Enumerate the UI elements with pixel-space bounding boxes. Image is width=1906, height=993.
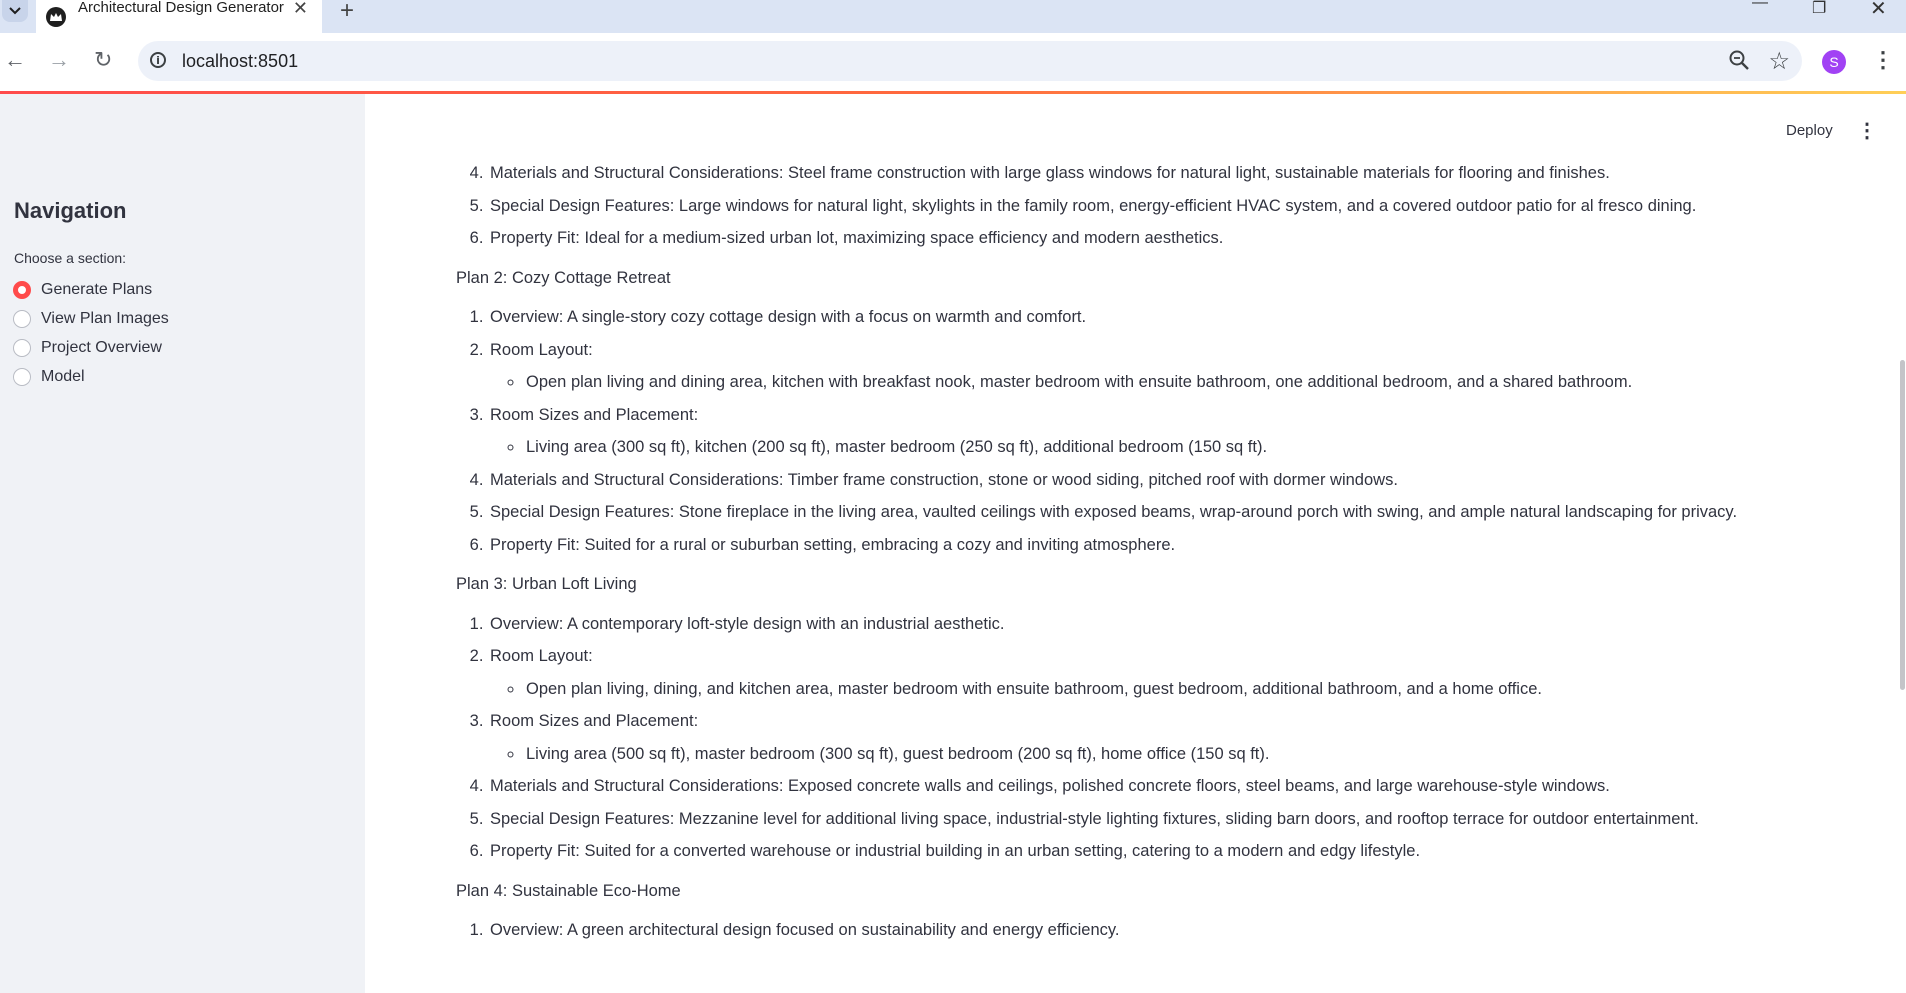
chevron-down-icon [9, 7, 21, 15]
list-item: Room Sizes and Placement: Living area (5… [488, 705, 1796, 770]
list-item-text: Room Layout: [490, 647, 593, 665]
radio-option-view-plan-images[interactable]: View Plan Images [13, 310, 169, 328]
plan3-title: Plan 3: Urban Loft Living [456, 575, 637, 593]
plan4-list: Overview: A green architectural design f… [456, 914, 1796, 947]
sub-list-item: Open plan living and dining area, kitche… [524, 366, 1796, 399]
profile-avatar[interactable]: S [1822, 50, 1846, 74]
restore-window-button[interactable]: ❐ [1812, 0, 1826, 18]
minimize-window-button[interactable]: — [1752, 0, 1768, 12]
radio-unselected-icon[interactable] [13, 368, 31, 386]
list-item: Property Fit: Suited for a converted war… [488, 835, 1796, 868]
plan2-list: Overview: A single-story cozy cottage de… [456, 301, 1796, 561]
list-item: Room Layout: Open plan living and dining… [488, 334, 1796, 399]
forward-arrow-icon[interactable]: → [48, 47, 70, 73]
section-radio-label: Choose a section: [14, 250, 127, 266]
list-item: Room Sizes and Placement: Living area (3… [488, 399, 1796, 464]
radio-option-label: Generate Plans [41, 281, 153, 298]
list-item: Overview: A green architectural design f… [488, 914, 1796, 947]
list-item: Special Design Features: Large windows f… [488, 190, 1796, 223]
list-item: Special Design Features: Mezzanine level… [488, 803, 1796, 836]
radio-option-project-overview[interactable]: Project Overview [13, 339, 162, 357]
sub-list-item: Living area (500 sq ft), master bedroom … [524, 738, 1796, 771]
radio-option-label: View Plan Images [41, 310, 169, 327]
sub-list-item: Open plan living, dining, and kitchen ar… [524, 673, 1796, 706]
list-item-text: Room Sizes and Placement: [490, 405, 699, 424]
sidebar-title: Navigation [14, 198, 127, 223]
streamlit-crown-icon [46, 6, 66, 27]
radio-unselected-icon[interactable] [13, 339, 31, 357]
list-item-text: Room Sizes and Placement: [490, 712, 699, 730]
url-text[interactable]: localhost:8501 [182, 51, 298, 72]
list-item: Materials and Structural Considerations:… [488, 464, 1796, 497]
back-arrow-icon[interactable]: ← [4, 47, 26, 73]
list-item: Special Design Features: Stone fireplace… [488, 496, 1796, 529]
main-content: Materials and Structural Considerations:… [456, 94, 1796, 947]
radio-option-generate-plans[interactable]: Generate Plans [13, 281, 152, 299]
plan4-title: Plan 4: Sustainable Eco-Home [456, 881, 681, 900]
new-tab-button[interactable]: + [340, 0, 354, 25]
list-item: Property Fit: Ideal for a medium-sized u… [488, 222, 1796, 255]
radio-unselected-icon[interactable] [13, 310, 31, 328]
site-info-icon[interactable]: i [150, 52, 166, 68]
list-item: Property Fit: Suited for a rural or subu… [488, 529, 1796, 562]
reload-icon[interactable]: ↻ [94, 47, 112, 73]
radio-option-label: Model [41, 368, 85, 385]
zoom-icon[interactable] [1728, 49, 1750, 76]
plan3-list: Overview: A contemporary loft-style desi… [456, 608, 1796, 868]
plan2-title: Plan 2: Cozy Cottage Retreat [456, 268, 671, 287]
list-item: Overview: A single-story cozy cottage de… [488, 301, 1796, 334]
radio-option-label: Project Overview [41, 339, 162, 356]
list-item: Overview: A contemporary loft-style desi… [488, 608, 1796, 641]
bookmark-star-icon[interactable]: ☆ [1768, 47, 1790, 76]
list-item: Materials and Structural Considerations:… [488, 770, 1796, 803]
radio-selected-icon[interactable] [13, 281, 31, 299]
browser-tab-bar: Architectural Design Generator ✕ + — ❐ ✕ [0, 0, 1906, 33]
plan1-list: Materials and Structural Considerations:… [456, 157, 1796, 255]
sub-list-item: Living area (300 sq ft), kitchen (200 sq… [524, 431, 1796, 464]
scrollbar[interactable] [1900, 360, 1905, 690]
close-window-button[interactable]: ✕ [1870, 0, 1887, 21]
tab-title: Architectural Design Generator [78, 0, 284, 16]
browser-tab-active[interactable]: Architectural Design Generator ✕ [36, 0, 322, 33]
close-tab-icon[interactable]: ✕ [293, 0, 308, 17]
list-item: Room Layout: Open plan living, dining, a… [488, 640, 1796, 705]
browser-menu-icon[interactable]: ⋮ [1872, 47, 1894, 73]
tab-search-button[interactable] [2, 0, 28, 22]
browser-toolbar: ← → ↻ i localhost:8501 ☆ S ⋮ [0, 33, 1906, 91]
main-menu-icon[interactable]: ⋮ [1857, 118, 1877, 143]
address-bar[interactable]: i localhost:8501 ☆ [138, 41, 1802, 81]
list-item: Materials and Structural Considerations:… [488, 157, 1796, 190]
sidebar: Navigation Choose a section: Generate Pl… [0, 94, 365, 993]
list-item-text: Room Layout: [490, 340, 593, 359]
radio-option-model[interactable]: Model [13, 368, 85, 386]
